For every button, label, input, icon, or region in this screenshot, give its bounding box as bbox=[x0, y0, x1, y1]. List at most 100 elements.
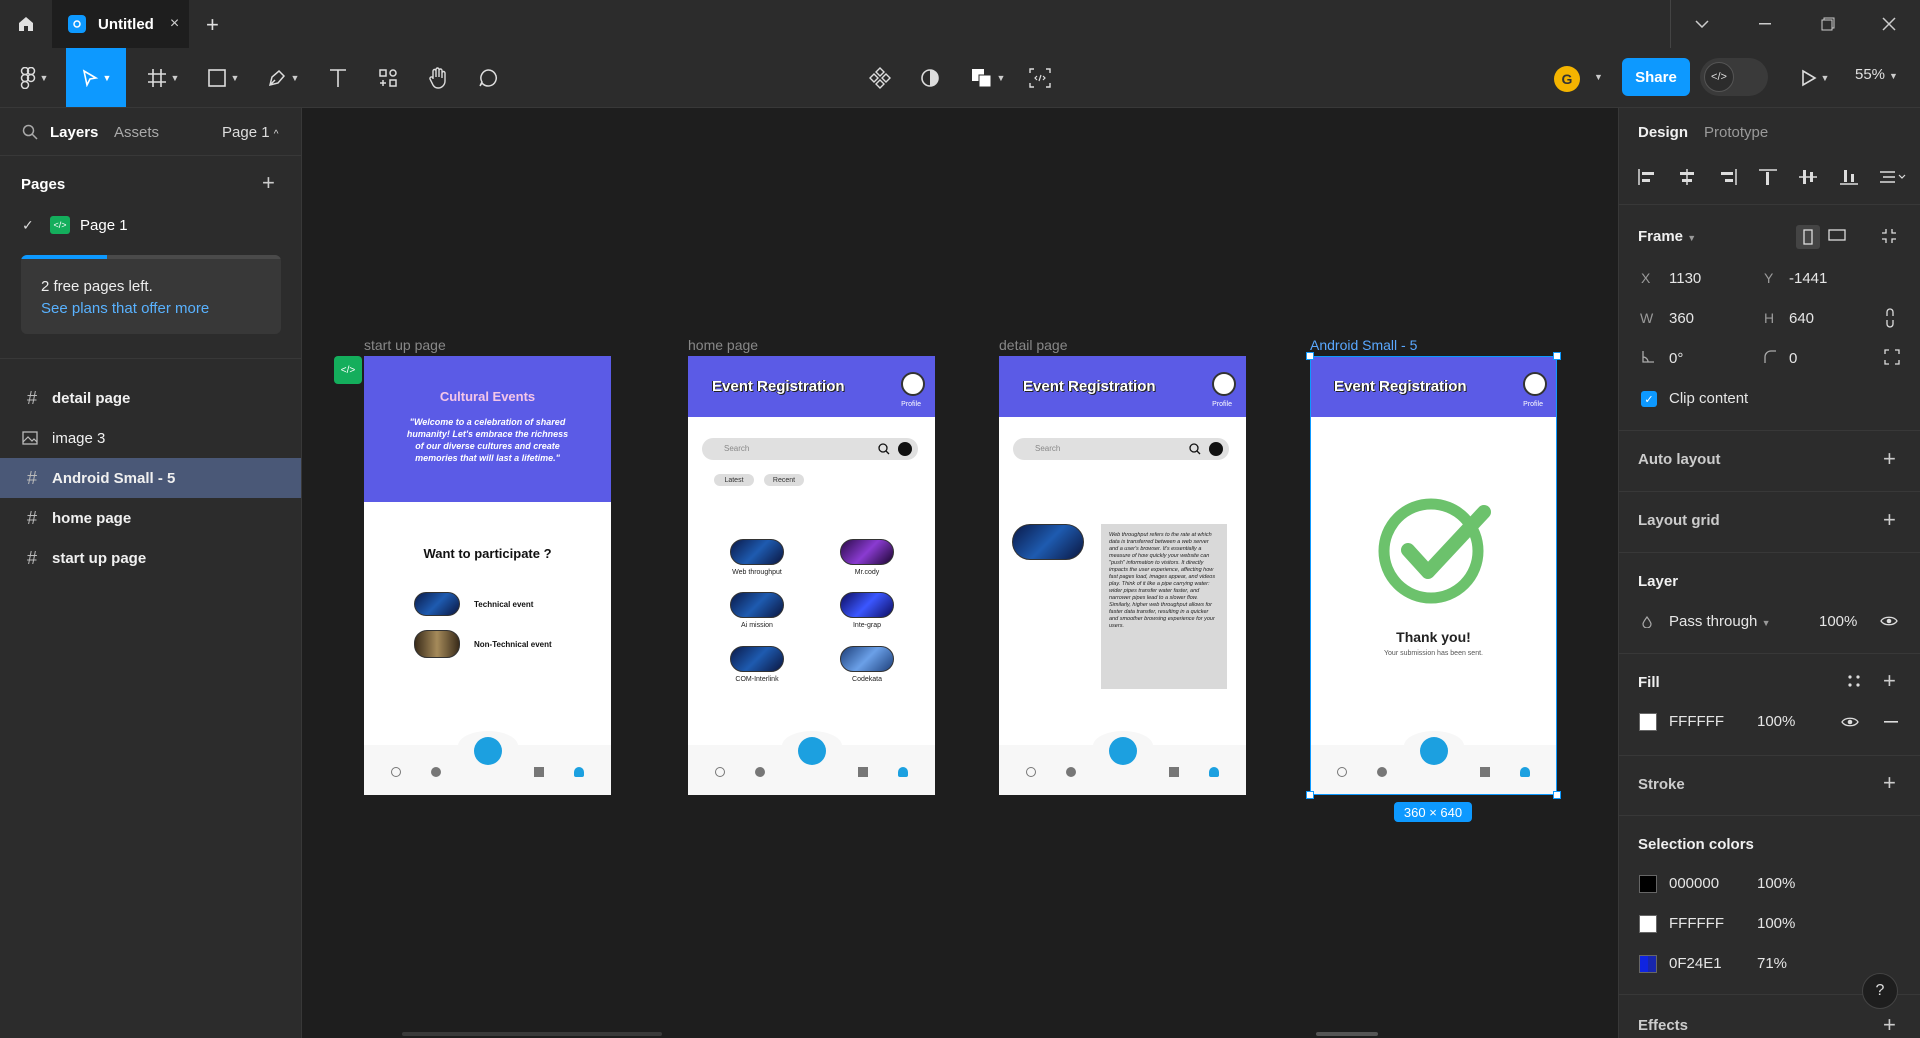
add-page-icon[interactable]: + bbox=[262, 170, 275, 196]
add-effect-icon[interactable]: + bbox=[1883, 1012, 1896, 1038]
see-plans-link[interactable]: See plans that offer more bbox=[41, 300, 209, 317]
compass-icon[interactable] bbox=[431, 767, 441, 777]
layer-detail-page[interactable]: # detail page bbox=[0, 378, 301, 418]
dev-mode-toggle[interactable]: </> bbox=[1700, 58, 1768, 96]
tab-prototype[interactable]: Prototype bbox=[1704, 124, 1768, 141]
search-bar[interactable]: Search bbox=[702, 438, 918, 460]
fill-color-swatch[interactable] bbox=[1639, 713, 1657, 731]
event-image[interactable] bbox=[730, 592, 784, 618]
component-tool-button[interactable] bbox=[858, 48, 902, 107]
rotation-input[interactable]: 0° bbox=[1669, 350, 1683, 367]
frame-startup[interactable]: Cultural Events "Welcome to a celebratio… bbox=[364, 356, 611, 795]
compass-icon[interactable] bbox=[1066, 767, 1076, 777]
comment-tool-button[interactable] bbox=[466, 48, 510, 107]
selection-color-swatch[interactable] bbox=[1639, 875, 1657, 893]
hand-tool-button[interactable] bbox=[416, 48, 460, 107]
frame-detail[interactable]: Event Registration Profile Search Web th… bbox=[999, 356, 1246, 795]
h-input[interactable]: 640 bbox=[1789, 310, 1814, 327]
home-icon[interactable] bbox=[0, 0, 52, 48]
align-middle-icon[interactable] bbox=[1798, 168, 1818, 186]
independent-corners-icon[interactable] bbox=[1884, 349, 1900, 365]
selection-color-opacity[interactable]: 71% bbox=[1757, 955, 1787, 972]
selection-color-opacity[interactable]: 100% bbox=[1757, 915, 1795, 932]
frame-tool-button[interactable]: ▼ bbox=[138, 48, 188, 107]
resize-handle[interactable] bbox=[1553, 352, 1561, 360]
bookmark-icon[interactable] bbox=[534, 767, 544, 777]
pen-tool-button[interactable]: ▼ bbox=[258, 48, 308, 107]
text-tool-button[interactable] bbox=[316, 48, 360, 107]
page-selector[interactable]: Page 1 ^ bbox=[222, 124, 278, 141]
blend-mode-select[interactable]: Pass through ▼ bbox=[1669, 613, 1770, 630]
share-button[interactable]: Share bbox=[1622, 58, 1690, 96]
resize-handle[interactable] bbox=[1306, 791, 1314, 799]
search-bar[interactable]: Search bbox=[1013, 438, 1229, 460]
event-image[interactable] bbox=[840, 539, 894, 565]
main-menu-button[interactable]: ▼ bbox=[10, 48, 58, 107]
styles-grid-icon[interactable] bbox=[1847, 674, 1861, 688]
align-right-icon[interactable] bbox=[1718, 168, 1738, 186]
profile-icon[interactable] bbox=[1520, 767, 1530, 777]
tab-assets[interactable]: Assets bbox=[114, 124, 159, 141]
avatar-caret-icon[interactable]: ▼ bbox=[1594, 72, 1603, 82]
align-center-icon[interactable] bbox=[1677, 168, 1697, 186]
bookmark-icon[interactable] bbox=[1480, 767, 1490, 777]
resize-handle[interactable] bbox=[1553, 791, 1561, 799]
search-icon[interactable] bbox=[391, 767, 401, 777]
frame-android-small-5[interactable]: Event Registration Profile Thank you! Yo… bbox=[1310, 356, 1557, 795]
tab-layers[interactable]: Layers bbox=[50, 124, 98, 141]
event-image[interactable] bbox=[730, 539, 784, 565]
search-icon[interactable] bbox=[22, 124, 38, 140]
event-image[interactable] bbox=[730, 646, 784, 672]
visibility-eye-icon[interactable] bbox=[1880, 615, 1898, 627]
fill-opacity-input[interactable]: 100% bbox=[1757, 713, 1795, 730]
zoom-level[interactable]: 55% ▼ bbox=[1855, 66, 1898, 83]
profile-avatar[interactable] bbox=[1212, 372, 1236, 396]
mask-tool-button[interactable] bbox=[908, 48, 952, 107]
add-layout-grid-icon[interactable]: + bbox=[1883, 507, 1896, 533]
present-button[interactable]: ▼ bbox=[1790, 48, 1840, 107]
selection-color-hex[interactable]: FFFFFF bbox=[1669, 915, 1724, 932]
technical-event-label[interactable]: Technical event bbox=[474, 600, 533, 609]
add-auto-layout-icon[interactable]: + bbox=[1883, 446, 1896, 472]
fill-visibility-eye-icon[interactable] bbox=[1841, 716, 1859, 728]
user-avatar[interactable]: G bbox=[1554, 66, 1580, 92]
frame-label-startup[interactable]: start up page bbox=[364, 337, 446, 353]
minimize-icon[interactable] bbox=[1733, 0, 1796, 48]
selection-color-swatch[interactable] bbox=[1639, 955, 1657, 973]
filter-icon[interactable] bbox=[898, 442, 912, 456]
portrait-toggle[interactable] bbox=[1796, 225, 1820, 249]
filter-icon[interactable] bbox=[1209, 442, 1223, 456]
align-left-icon[interactable] bbox=[1637, 168, 1657, 186]
frame-label-detail[interactable]: detail page bbox=[999, 337, 1068, 353]
move-tool-button[interactable]: ▼ bbox=[66, 48, 126, 107]
profile-icon[interactable] bbox=[574, 767, 584, 777]
event-image[interactable] bbox=[840, 592, 894, 618]
clip-content-checkbox[interactable]: ✓ bbox=[1641, 391, 1657, 407]
landscape-icon[interactable] bbox=[1828, 229, 1846, 241]
dev-mode-frame-button[interactable] bbox=[1018, 48, 1062, 107]
non-technical-event-label[interactable]: Non-Technical event bbox=[474, 640, 552, 649]
chip-recent[interactable]: Recent bbox=[764, 474, 804, 486]
search-icon[interactable] bbox=[1026, 767, 1036, 777]
profile-icon[interactable] bbox=[898, 767, 908, 777]
chip-latest[interactable]: Latest bbox=[714, 474, 754, 486]
frame-label-home[interactable]: home page bbox=[688, 337, 758, 353]
frame-section-title[interactable]: Frame ▼ bbox=[1638, 228, 1696, 245]
horizontal-scrollbar[interactable] bbox=[402, 1032, 662, 1036]
bookmark-icon[interactable] bbox=[1169, 767, 1179, 777]
profile-avatar[interactable] bbox=[901, 372, 925, 396]
compass-icon[interactable] bbox=[755, 767, 765, 777]
fill-hex-input[interactable]: FFFFFF bbox=[1669, 713, 1724, 730]
frame-home[interactable]: Event Registration Profile Search Latest… bbox=[688, 356, 935, 795]
resources-tool-button[interactable] bbox=[366, 48, 410, 107]
book-icon[interactable] bbox=[1108, 737, 1137, 765]
selection-color-swatch[interactable] bbox=[1639, 915, 1657, 933]
page-item-page-1[interactable]: ✓ </> Page 1 bbox=[22, 216, 128, 234]
layer-android-small-5[interactable]: # Android Small - 5 bbox=[0, 458, 301, 498]
boolean-tool-button[interactable]: ▼ bbox=[962, 48, 1014, 107]
align-top-icon[interactable] bbox=[1758, 168, 1778, 186]
canvas[interactable]: start up page </> Cultural Events "Welco… bbox=[302, 108, 1618, 1038]
compass-icon[interactable] bbox=[1377, 767, 1387, 777]
layer-opacity-input[interactable]: 100% bbox=[1819, 613, 1857, 630]
distribute-icon[interactable] bbox=[1879, 168, 1907, 186]
